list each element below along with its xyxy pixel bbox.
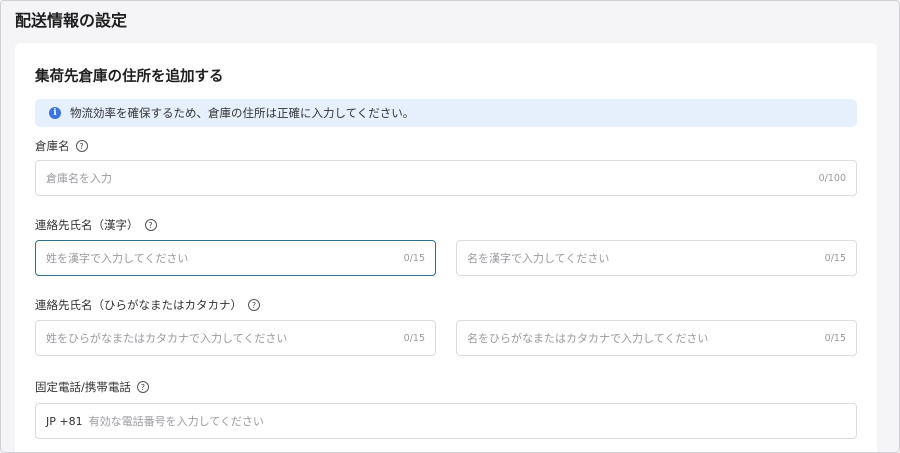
help-icon[interactable]: ? xyxy=(248,299,260,311)
first-name-kanji-placeholder: 名を漢字で入力してください xyxy=(467,252,610,265)
form-card: 集荷先倉庫の住所を追加する i 物流効率を確保するため、倉庫の住所は正確に入力し… xyxy=(15,43,877,452)
warehouse-name-placeholder: 倉庫名を入力 xyxy=(46,172,112,185)
window-frame: 配送情報の設定 集荷先倉庫の住所を追加する i 物流効率を確保するため、倉庫の住… xyxy=(0,0,900,453)
warehouse-name-counter: 0/100 xyxy=(818,172,846,184)
page-title: 配送情報の設定 xyxy=(15,11,128,30)
help-icon[interactable]: ? xyxy=(144,219,157,231)
notice-text: 物流効率を確保するため、倉庫の住所は正確に入力してください。 xyxy=(70,106,415,120)
last-name-kanji-input[interactable]: 姓を漢字で入力してください 0/15 xyxy=(35,240,436,276)
first-name-kana-input[interactable]: 名をひらがなまたはカタカナで入力してください 0/15 xyxy=(456,320,857,356)
phone-label-text: 固定電話/携帯電話 xyxy=(35,380,131,394)
info-icon: i xyxy=(49,107,61,119)
first-name-kana-counter: 0/15 xyxy=(824,332,846,344)
first-name-kanji-input[interactable]: 名を漢字で入力してください 0/15 xyxy=(456,240,857,276)
last-name-kana-input[interactable]: 姓をひらがなまたはカタカナで入力してください 0/15 xyxy=(35,320,436,356)
last-name-kana-placeholder: 姓をひらがなまたはカタカナで入力してください xyxy=(46,332,288,345)
last-name-kanji-placeholder: 姓を漢字で入力してください xyxy=(46,252,189,265)
last-name-kanji-counter: 0/15 xyxy=(403,252,425,264)
help-icon[interactable]: ? xyxy=(136,381,149,393)
help-icon[interactable]: ? xyxy=(75,140,88,152)
warehouse-name-label: 倉庫名 ? xyxy=(35,138,88,154)
phone-input[interactable]: JP +81 有効な電話番号を入力してください xyxy=(35,403,857,439)
info-notice: i 物流効率を確保するため、倉庫の住所は正確に入力してください。 xyxy=(35,99,857,127)
last-name-kana-counter: 0/15 xyxy=(403,332,425,344)
contact-kanji-label-text: 連絡先氏名（漢字） xyxy=(35,218,139,232)
card-title: 集荷先倉庫の住所を追加する xyxy=(35,69,224,85)
contact-kana-label-text: 連絡先氏名（ひらがなまたはカタカナ） xyxy=(35,298,242,312)
contact-kanji-label: 連絡先氏名（漢字） ? xyxy=(35,217,157,233)
phone-label: 固定電話/携帯電話 ? xyxy=(35,379,149,395)
warehouse-name-label-text: 倉庫名 xyxy=(35,139,70,153)
first-name-kana-placeholder: 名をひらがなまたはカタカナで入力してください xyxy=(467,332,709,345)
phone-placeholder: 有効な電話番号を入力してください xyxy=(88,415,264,428)
first-name-kanji-counter: 0/15 xyxy=(824,252,846,264)
warehouse-name-input[interactable]: 倉庫名を入力 0/100 xyxy=(35,160,857,196)
country-code-prefix[interactable]: JP +81 xyxy=(46,415,83,428)
contact-kana-label: 連絡先氏名（ひらがなまたはカタカナ） ? xyxy=(35,297,260,313)
